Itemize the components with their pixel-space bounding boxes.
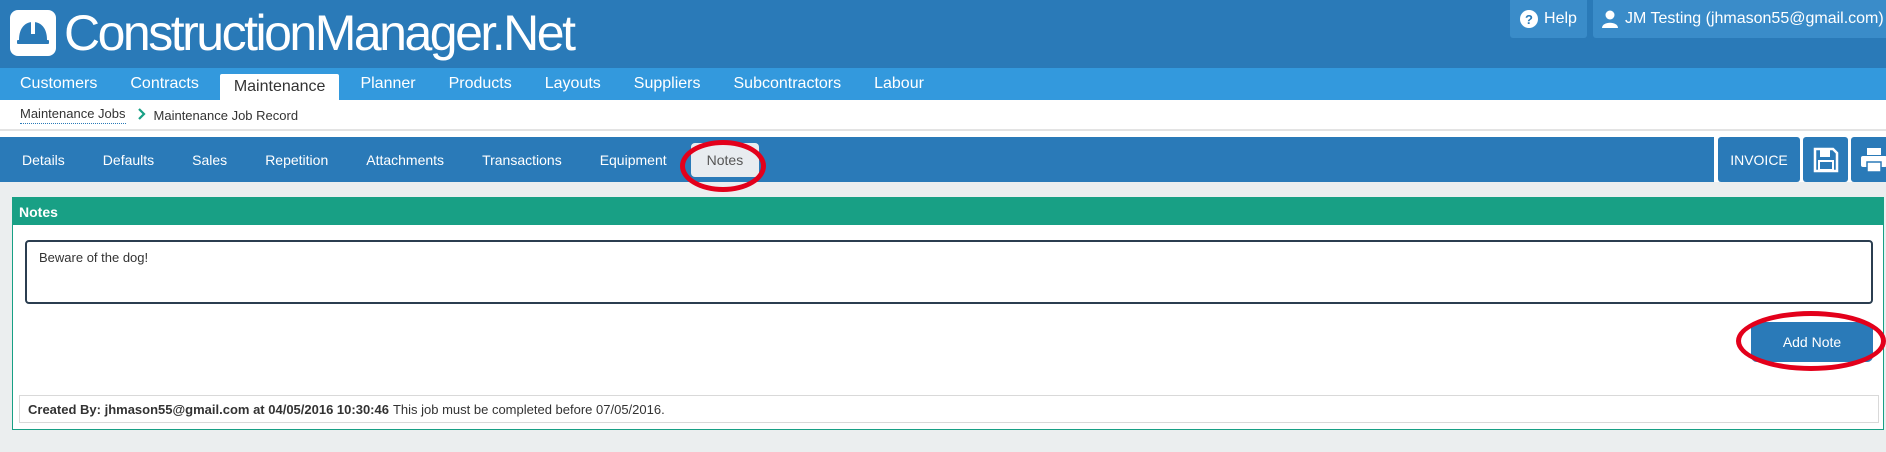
nav-item-layouts[interactable]: Layouts (533, 68, 613, 100)
tab-details[interactable]: Details (22, 152, 65, 168)
app-title: ConstructionManager.Net (64, 5, 576, 61)
tab-notes[interactable]: Notes (690, 142, 760, 177)
nav-item-labour[interactable]: Labour (862, 68, 936, 100)
record-tabs: Details Defaults Sales Repetition Attach… (0, 137, 1714, 182)
tab-sales[interactable]: Sales (192, 152, 227, 168)
note-author-info: Created By: jhmason55@gmail.com at 04/05… (28, 401, 389, 417)
tab-attachments[interactable]: Attachments (366, 152, 444, 168)
save-icon (1813, 147, 1838, 172)
app-header: ConstructionManager.Net ? Help JM Testin… (0, 0, 1886, 68)
tab-defaults[interactable]: Defaults (103, 152, 154, 168)
notes-panel-title: Notes (13, 198, 1883, 225)
print-button[interactable] (1851, 137, 1886, 182)
help-label: Help (1544, 10, 1577, 27)
nav-item-customers[interactable]: Customers (8, 68, 109, 100)
tab-repetition[interactable]: Repetition (265, 152, 328, 168)
tab-equipment[interactable]: Equipment (600, 152, 667, 168)
nav-item-planner[interactable]: Planner (348, 68, 427, 100)
add-note-button[interactable]: Add Note (1751, 322, 1873, 362)
hard-hat-icon (10, 10, 56, 56)
note-textarea[interactable] (25, 240, 1873, 304)
user-icon (1602, 10, 1618, 28)
nav-item-suppliers[interactable]: Suppliers (622, 68, 713, 100)
breadcrumb-current: Maintenance Job Record (153, 107, 299, 123)
help-button[interactable]: ? Help (1510, 0, 1587, 38)
save-button[interactable] (1803, 137, 1848, 182)
print-icon (1861, 147, 1886, 173)
note-text: This job must be completed before 07/05/… (392, 401, 665, 417)
breadcrumb: Maintenance Jobs Maintenance Job Record (20, 106, 298, 124)
nav-item-contracts[interactable]: Contracts (118, 68, 210, 100)
user-label: JM Testing (jhmason55@gmail.com) (1625, 10, 1884, 27)
header-divider (0, 129, 1886, 131)
tab-transactions[interactable]: Transactions (482, 152, 562, 168)
note-entry: Created By: jhmason55@gmail.com at 04/05… (19, 395, 1879, 423)
notes-panel: Notes Add Note Created By: jhmason55@gma… (12, 197, 1884, 430)
nav-item-products[interactable]: Products (437, 68, 524, 100)
help-icon: ? (1520, 10, 1539, 28)
user-menu-button[interactable]: JM Testing (jhmason55@gmail.com) (1593, 0, 1886, 38)
breadcrumb-parent-link[interactable]: Maintenance Jobs (20, 106, 126, 124)
invoice-button[interactable]: INVOICE (1718, 137, 1800, 182)
nav-item-subcontractors[interactable]: Subcontractors (722, 68, 854, 100)
nav-item-maintenance[interactable]: Maintenance (219, 74, 340, 100)
svg-text:?: ? (1525, 12, 1533, 27)
main-nav: Customers Contracts Maintenance Planner … (0, 68, 1886, 100)
app-logo[interactable]: ConstructionManager.Net (10, 5, 576, 61)
chevron-right-icon (137, 107, 146, 123)
